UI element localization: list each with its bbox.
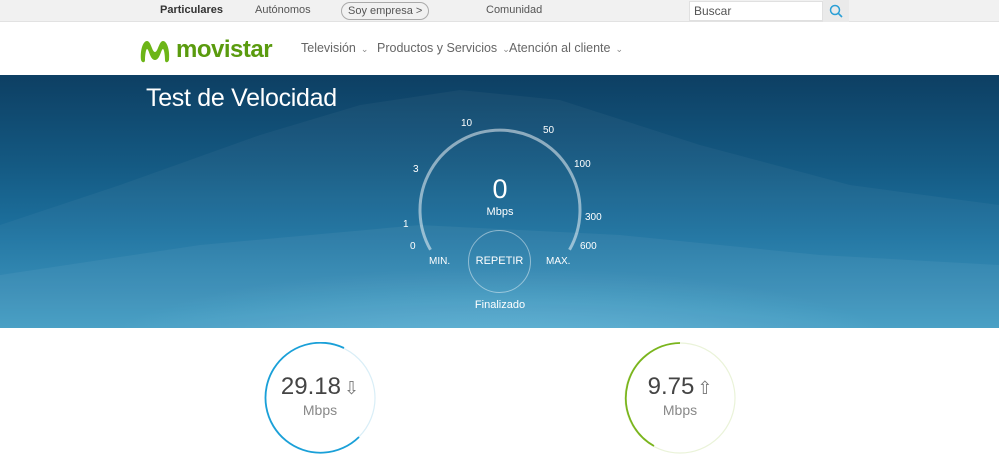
topbar-link-autonomos[interactable]: Autónomos	[255, 4, 311, 16]
download-speed-value: 29.18	[280, 373, 341, 400]
gauge-tick-100: 100	[574, 159, 591, 170]
top-bar: Particulares Autónomos Soy empresa > Com…	[0, 0, 999, 22]
repeat-test-button[interactable]: REPETIR	[468, 230, 531, 293]
download-result: 29.18 ⇩ Mbps	[264, 342, 376, 454]
nav-item-label: Atención al cliente	[509, 41, 611, 55]
search-input[interactable]	[689, 1, 823, 21]
test-status: Finalizado	[474, 299, 526, 311]
brand-name: movistar	[176, 36, 273, 63]
movistar-m-icon	[140, 41, 170, 63]
nav-item-label: Televisión	[301, 41, 356, 55]
gauge-min-label: MIN.	[429, 256, 451, 267]
download-speed-unit: Mbps	[302, 402, 338, 418]
download-speed: 29.18 ⇩	[264, 373, 376, 401]
gauge-max-label: MAX.	[546, 256, 571, 267]
search-icon	[829, 4, 843, 18]
topbar-link-comunidad[interactable]: Comunidad	[486, 4, 542, 16]
upload-arrow-icon: ⇧	[697, 378, 713, 398]
current-speed-unit: Mbps	[486, 206, 514, 218]
gauge-tick-10: 10	[461, 118, 473, 129]
download-arrow-icon: ⇩	[343, 378, 360, 398]
topbar-link-soy-empresa[interactable]: Soy empresa >	[341, 2, 430, 20]
chevron-down-icon: ⌄	[615, 44, 623, 54]
gauge-tick-1: 1	[403, 219, 409, 230]
upload-speed-unit: Mbps	[662, 402, 698, 418]
nav-item-atencion[interactable]: Atención al cliente ⌄	[509, 41, 623, 55]
nav-item-productos[interactable]: Productos y Servicios ⌄	[377, 41, 510, 55]
upload-speed: 9.75 ⇧	[624, 373, 736, 401]
search-button[interactable]	[823, 0, 849, 22]
nav-item-label: Productos y Servicios	[377, 41, 498, 55]
gauge-tick-600: 600	[580, 241, 597, 252]
gauge-tick-50: 50	[543, 125, 555, 136]
gauge-tick-0: 0	[410, 241, 416, 252]
gauge-tick-3: 3	[413, 164, 419, 175]
topbar-link-particulares[interactable]: Particulares	[160, 4, 223, 16]
nav-item-television[interactable]: Televisión ⌄	[301, 41, 368, 55]
gauge-tick-300: 300	[585, 212, 602, 223]
chevron-down-icon: ⌄	[360, 44, 369, 54]
upload-speed-value: 9.75	[647, 373, 695, 400]
speed-test-hero: Test de Velocidad 0 1 3 10 50 100 300 60…	[0, 75, 999, 328]
upload-result: 9.75 ⇧ Mbps	[624, 342, 736, 454]
current-speed-value: 0	[492, 174, 508, 204]
main-nav: movistar Televisión ⌄ Productos y Servici…	[0, 22, 999, 75]
movistar-logo[interactable]: movistar	[138, 36, 278, 66]
